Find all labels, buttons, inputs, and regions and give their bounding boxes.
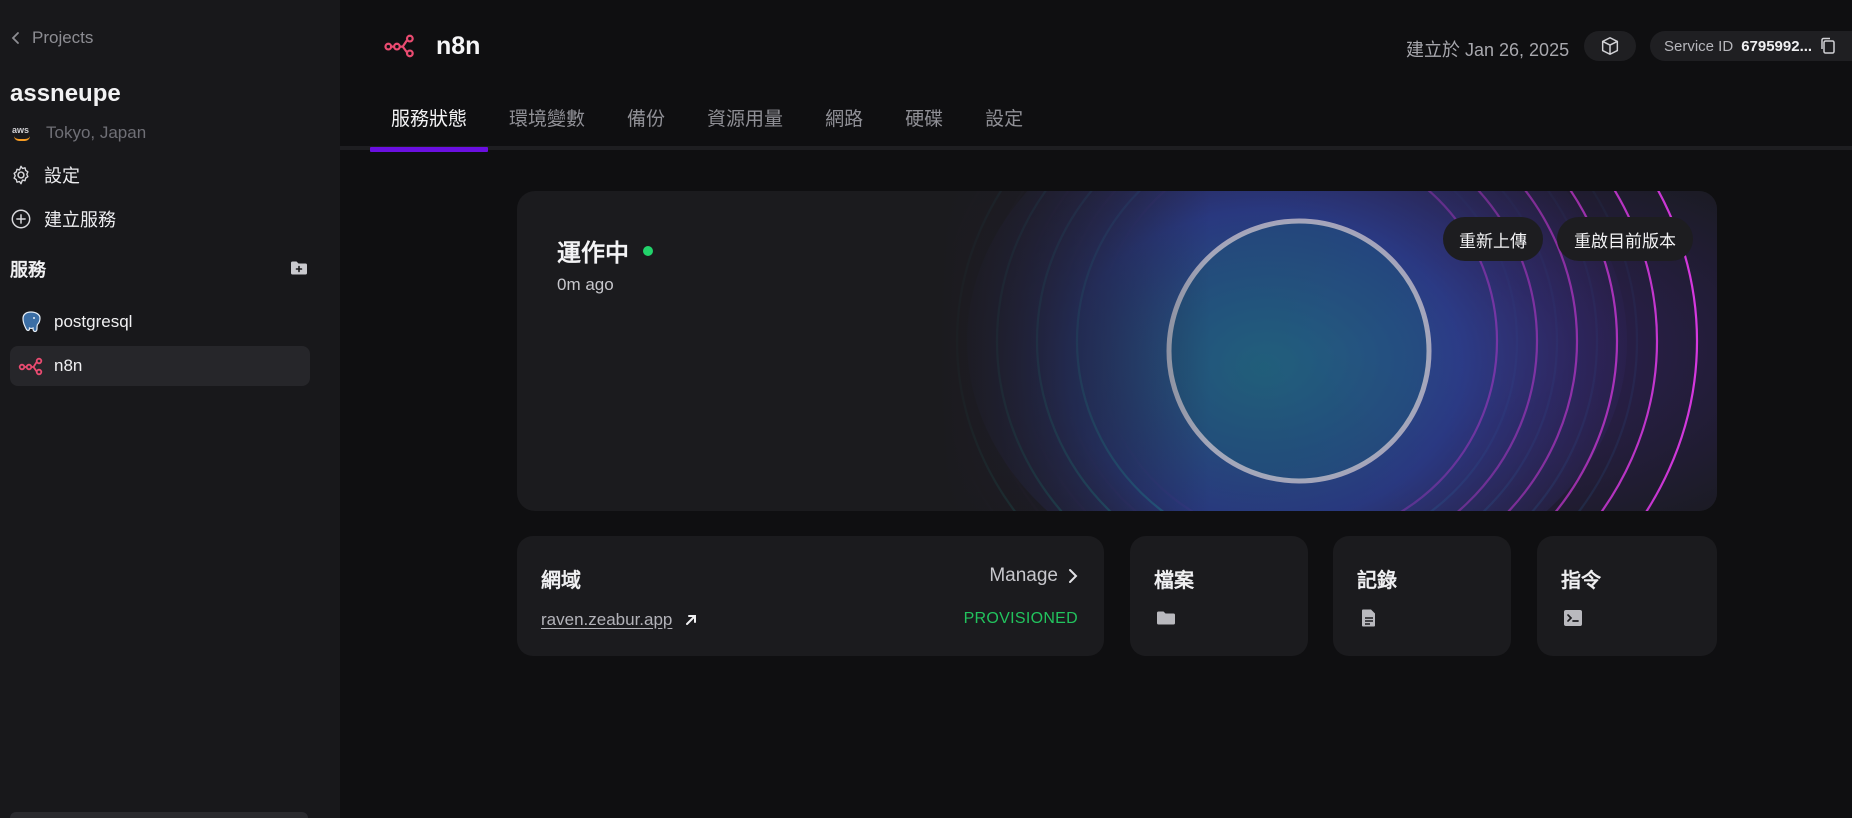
domain-status-badge: PROVISIONED	[963, 610, 1078, 627]
service-name: n8n	[54, 356, 83, 375]
chevron-left-icon	[11, 32, 19, 44]
service-name: postgresql	[54, 312, 133, 331]
sidebar: Projects assneupe aws Tokyo, Japan 設定 建立…	[0, 0, 340, 818]
app-window: Projects assneupe aws Tokyo, Japan 設定 建立…	[0, 0, 1852, 818]
copy-icon[interactable]	[1820, 37, 1836, 55]
sidebar-scroll-handle[interactable]	[10, 812, 308, 818]
back-to-projects-link[interactable]: Projects	[10, 28, 93, 48]
tab-env-variables[interactable]: 環境變數	[488, 104, 606, 150]
reupload-button[interactable]: 重新上傳	[1443, 217, 1543, 261]
terminal-icon	[1564, 610, 1582, 626]
service-title: n8n	[436, 31, 481, 60]
add-folder-icon[interactable]	[290, 260, 308, 276]
service-id-label: Service ID	[1664, 37, 1734, 55]
document-icon	[1362, 609, 1375, 627]
logs-card[interactable]: 記錄	[1333, 536, 1511, 656]
service-id-value: 6795992...	[1741, 37, 1813, 55]
status-dot-icon	[643, 245, 653, 256]
back-label: Projects	[32, 28, 94, 47]
status-card: 運作中 0m ago 重新上傳 重啟目前版本	[517, 191, 1717, 511]
status-updated-ago: 0m ago	[557, 275, 614, 294]
domain-card: 網域 Manage raven.zeabur.app PROVISIONED	[517, 536, 1104, 656]
n8n-logo-icon	[18, 357, 43, 376]
chevron-right-icon	[1069, 569, 1078, 583]
service-header: n8n	[384, 30, 480, 62]
aws-logo-icon: aws	[12, 126, 34, 141]
sidebar-service-n8n[interactable]: n8n	[10, 346, 310, 386]
project-region: aws Tokyo, Japan	[12, 123, 146, 143]
manage-label: Manage	[989, 565, 1058, 586]
project-name: assneupe	[10, 80, 121, 107]
service-tabs: 服務狀態 環境變數 備份 資源用量 網路 硬碟 設定	[370, 104, 1044, 152]
sidebar-service-postgresql[interactable]: postgresql	[10, 302, 310, 342]
manage-domains-link[interactable]: Manage	[989, 565, 1078, 587]
folder-icon	[1157, 611, 1175, 625]
created-date: 建立於 Jan 26, 2025	[1406, 40, 1570, 60]
n8n-logo-icon	[384, 34, 414, 58]
tab-settings[interactable]: 設定	[964, 104, 1044, 150]
project-settings-link[interactable]: 設定	[10, 162, 80, 188]
service-template-button[interactable]	[1584, 31, 1636, 61]
files-card[interactable]: 檔案	[1130, 536, 1308, 656]
logs-card-title: 記錄	[1357, 570, 1397, 592]
domain-link[interactable]: raven.zeabur.app	[541, 610, 698, 630]
external-link-arrow-icon	[686, 615, 697, 625]
tab-backup[interactable]: 備份	[606, 104, 686, 150]
domain-url: raven.zeabur.app	[541, 610, 673, 629]
settings-label: 設定	[44, 166, 80, 186]
cube-icon	[1601, 37, 1619, 55]
tab-disk[interactable]: 硬碟	[884, 104, 964, 150]
region-label: Tokyo, Japan	[46, 123, 147, 142]
commands-card[interactable]: 指令	[1537, 536, 1717, 656]
restart-current-version-button[interactable]: 重啟目前版本	[1557, 217, 1693, 261]
domain-card-title: 網域	[541, 570, 581, 592]
create-service-label: 建立服務	[44, 210, 116, 230]
files-card-title: 檔案	[1154, 570, 1194, 592]
tab-networking[interactable]: 網路	[804, 104, 884, 150]
tab-status[interactable]: 服務狀態	[370, 104, 489, 152]
gear-icon	[13, 165, 29, 185]
status-label: 運作中	[557, 240, 629, 267]
service-id-chip[interactable]: Service ID 6795992...	[1650, 31, 1852, 61]
commands-card-title: 指令	[1561, 570, 1601, 592]
postgresql-elephant-icon	[22, 311, 41, 333]
services-section-title: 服務	[10, 260, 46, 280]
plus-circle-icon	[11, 209, 31, 229]
service-status: 運作中	[557, 233, 653, 268]
tab-resource-usage[interactable]: 資源用量	[686, 104, 804, 150]
create-service-link[interactable]: 建立服務	[10, 206, 116, 232]
